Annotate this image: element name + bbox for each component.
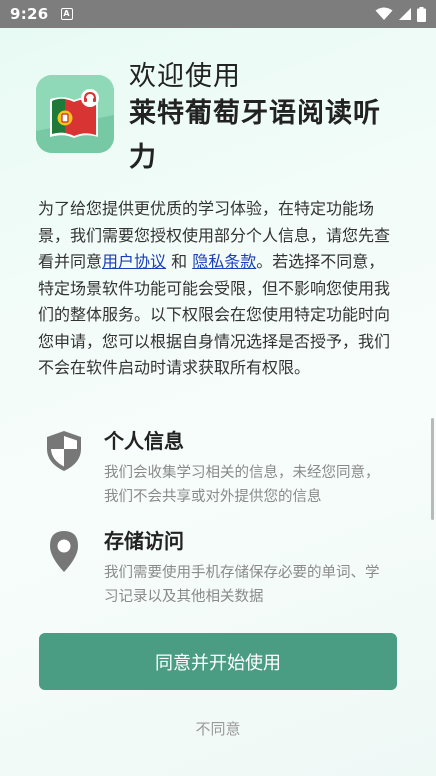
status-time: 9:26: [10, 5, 49, 23]
welcome-title: 欢迎使用: [129, 61, 241, 92]
status-icons: [375, 6, 426, 22]
intro-and: 和: [166, 252, 193, 271]
user-agreement-link[interactable]: 用户协议: [102, 252, 166, 271]
battery-icon: [417, 6, 426, 22]
status-bar: 9:26 A: [0, 0, 436, 28]
notification-a-icon: A: [60, 8, 73, 20]
permission-title: 个人信息: [104, 429, 184, 453]
permission-description: 我们需要使用手机存储保存必要的单词、学习记录以及其他相关数据: [104, 565, 380, 605]
scrollbar[interactable]: [431, 418, 434, 520]
privacy-policy-link[interactable]: 隐私条款: [192, 252, 256, 271]
disagree-button[interactable]: 不同意: [0, 718, 436, 739]
permission-title: 存储访问: [104, 529, 184, 553]
location-pin-icon: [50, 531, 78, 572]
shield-icon: [47, 431, 81, 471]
signal-icon: [399, 8, 411, 20]
permission-storage: 存储访问 我们需要使用手机存储保存必要的单词、学习记录以及其他相关数据: [40, 525, 380, 605]
permission-description: 我们会收集学习相关的信息，未经您同意，我们不会共享或对外提供您的信息: [104, 465, 380, 505]
portugal-flag-book-icon: [36, 75, 114, 153]
wifi-icon: [375, 7, 393, 20]
app-logo: [36, 75, 114, 153]
permission-personal-info: 个人信息 我们会收集学习相关的信息，未经您同意，我们不会共享或对外提供您的信息: [40, 425, 380, 505]
app-name-title: 莱特葡萄牙语阅读听力: [129, 98, 381, 173]
intro-paragraph: 为了给您提供更优质的学习体验，在特定功能场景，我们需要您授权使用部分个人信息，请…: [38, 196, 400, 382]
agree-button[interactable]: 同意并开始使用: [39, 633, 397, 690]
